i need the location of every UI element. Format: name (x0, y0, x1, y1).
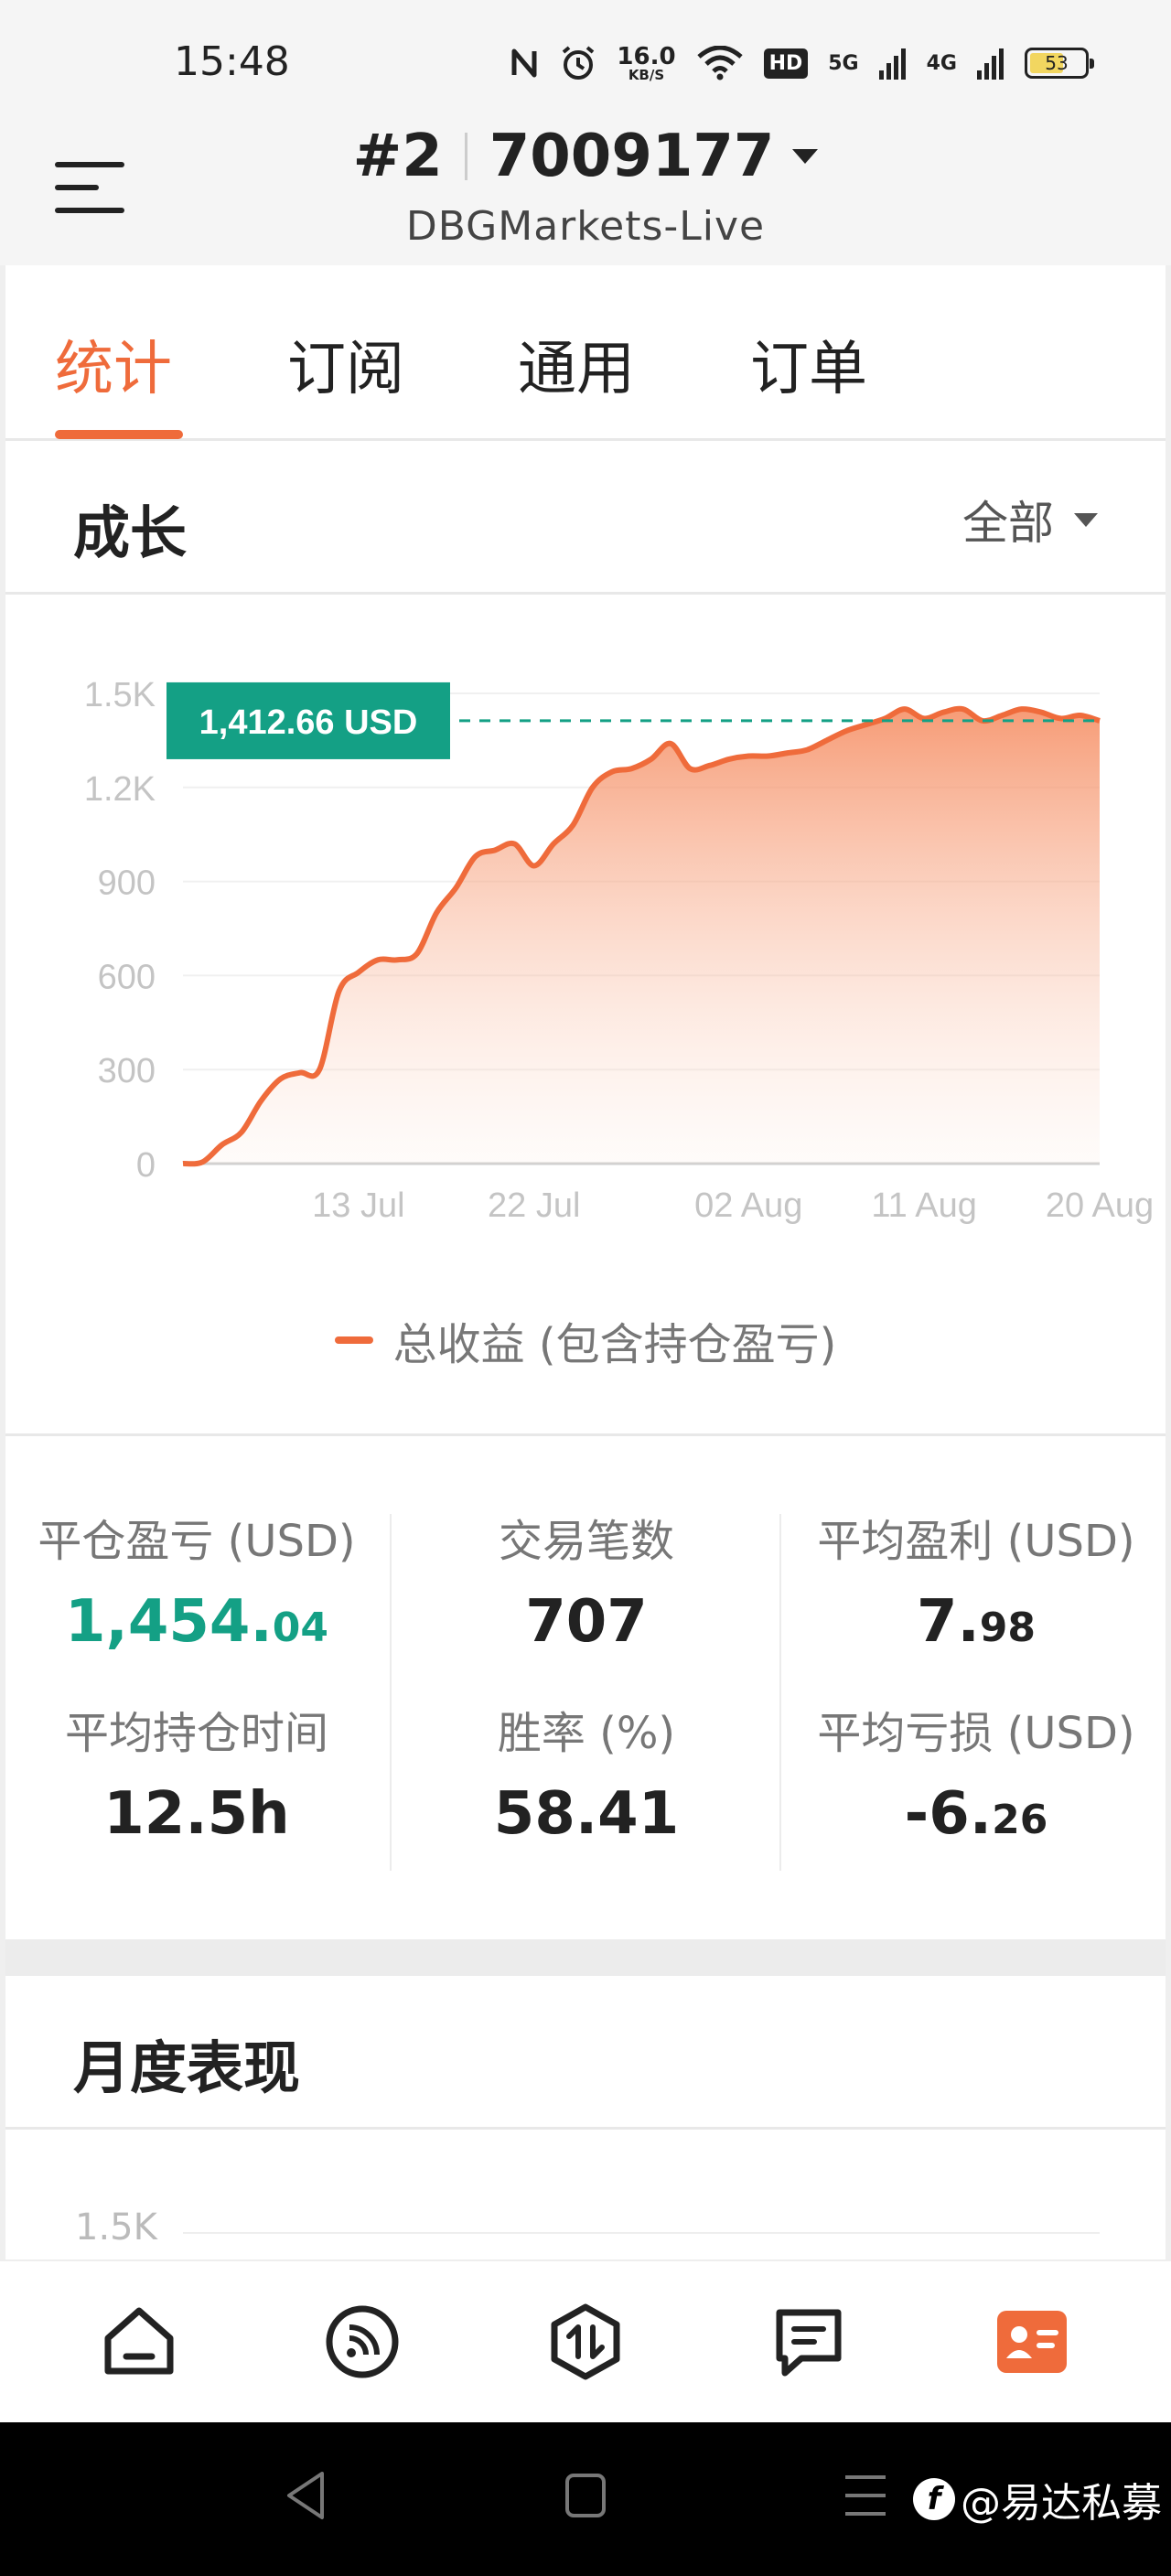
y-tick-label: 600 (98, 958, 156, 996)
legend-swatch (334, 1336, 373, 1344)
section-divider (0, 1939, 1171, 1976)
nav-home[interactable] (84, 2287, 194, 2397)
avg-hold-label: 平均持仓时间 (64, 1708, 328, 1759)
tab-active-indicator (55, 430, 183, 439)
y-tick-label: 900 (98, 864, 156, 903)
account-id: 7009177 (489, 123, 775, 190)
x-tick-label: 20 Aug (1046, 1186, 1154, 1225)
recents-icon[interactable] (842, 2468, 889, 2523)
y-tick-label: 1.2K (84, 770, 156, 809)
avg-loss-label: 平均亏损 (USD) (817, 1708, 1135, 1759)
net-speed-value: 16.0 (617, 42, 676, 70)
signal-icon-2 (977, 48, 1004, 80)
feed-icon (326, 2305, 399, 2378)
growth-chart-card: 0 300 600 900 1.2K 1.5K 13 Jul 22 Jul 02 Aug 11 A… (0, 595, 1171, 1436)
account-switcher[interactable]: #2 7009177 (0, 123, 1171, 190)
monthly-chart: 1.5K (0, 2130, 1171, 2259)
back-icon[interactable] (282, 2468, 329, 2523)
x-tick-label: 02 Aug (694, 1186, 802, 1225)
y-tick-label: 300 (98, 1052, 156, 1090)
wifi-icon (696, 46, 743, 80)
bottom-nav (0, 2259, 1171, 2422)
range-filter-label: 全部 (962, 497, 1054, 550)
signal-icon (878, 48, 906, 80)
tab-subscribe[interactable]: 订阅 (287, 322, 404, 406)
news-icon (776, 2309, 842, 2377)
monthly-gridline (183, 2232, 1100, 2234)
monthly-title: 月度表现 (73, 2034, 301, 2101)
growth-chart[interactable]: 0 300 600 900 1.2K 1.5K 13 Jul 22 Jul 02 Aug 11 A… (0, 595, 1171, 1290)
battery-icon: 53 (1025, 48, 1094, 79)
hd-badge: HD (763, 48, 809, 79)
chevron-down-icon (792, 149, 819, 164)
win-rate-label: 胜率 (%) (497, 1708, 676, 1759)
trades-value: 707 (525, 1588, 648, 1656)
x-tick-label: 11 Aug (871, 1186, 977, 1225)
y-tick-label: 1.5K (84, 676, 156, 714)
y-tick-label: 0 (136, 1146, 156, 1185)
series-area (183, 708, 1100, 1165)
avg-hold-value: 12.5h (103, 1780, 290, 1848)
x-tick-label: 13 Jul (312, 1186, 404, 1225)
right-edge (1166, 265, 1171, 2305)
stats-col-3: 平均盈利 (USD) 7.98 平均亏损 (USD) -6.26 (781, 1514, 1171, 1849)
closed-pl-value: 1,454.04 (65, 1588, 328, 1656)
alarm-icon (563, 46, 595, 80)
left-edge (0, 265, 5, 2305)
chart-legend: 总收益 (包含持仓盈亏) (0, 1308, 1171, 1372)
tab-orders[interactable]: 订单 (750, 322, 867, 406)
x-tick-label: 22 Jul (488, 1186, 580, 1225)
net-4g-label: 4G (926, 51, 957, 75)
nav-trade[interactable] (531, 2287, 640, 2397)
monthly-header: 月度表现 (0, 1976, 1171, 2130)
system-nav-bar: f @易达私募 (0, 2422, 1171, 2576)
trades-label: 交易笔数 (498, 1516, 674, 1567)
home-square-icon[interactable] (562, 2468, 609, 2523)
trade-icon (551, 2303, 620, 2380)
stats-col-1: 平仓盈亏 (USD) 1,454.04 平均持仓时间 12.5h (2, 1514, 392, 1849)
battery-level: 53 (1045, 52, 1069, 74)
tab-general[interactable]: 通用 (518, 322, 635, 406)
nfc-icon (511, 48, 537, 78)
range-filter[interactable]: 全部 (962, 487, 1098, 553)
avg-profit-value: 7.98 (916, 1588, 1037, 1656)
legend-label: 总收益 (包含持仓盈亏) (392, 1319, 837, 1370)
watermark-text: @易达私募 (961, 2480, 1162, 2527)
nav-news[interactable] (754, 2287, 864, 2397)
status-bar: 15:48 16.0 KB/S HD 5G 4G 53 (0, 0, 1171, 119)
server-name: DBGMarkets-Live (405, 203, 766, 250)
account-index: #2 (352, 123, 443, 190)
nav-profile[interactable] (977, 2287, 1087, 2397)
current-value-label: 1,412.66 USD (199, 703, 418, 742)
status-time: 15:48 (174, 38, 290, 85)
nav-feed[interactable] (307, 2287, 417, 2397)
win-rate-value: 58.41 (493, 1780, 680, 1848)
app-header: #2 7009177 DBGMarkets-Live (0, 119, 1171, 265)
watermark: f @易达私募 (913, 2470, 1162, 2528)
tab-bar: 统计 订阅 通用 订单 (0, 265, 1171, 441)
avg-loss-value: -6.26 (904, 1780, 1048, 1848)
net-5g-label: 5G (828, 51, 859, 75)
growth-title: 成长 (73, 499, 188, 566)
stats-col-2: 交易笔数 707 胜率 (%) 58.41 (392, 1514, 781, 1849)
growth-header: 成长 全部 (0, 441, 1171, 595)
net-speed-unit: KB/S (628, 66, 665, 83)
home-icon (104, 2307, 174, 2375)
avg-profit-label: 平均盈利 (USD) (817, 1516, 1135, 1567)
status-icons: 16.0 KB/S HD 5G 4G 53 (509, 40, 1094, 86)
profile-icon (997, 2311, 1067, 2373)
monthly-y-tick: 1.5K (75, 2206, 157, 2249)
stats-panel: 平仓盈亏 (USD) 1,454.04 平均持仓时间 12.5h 交易笔数 70… (0, 1441, 1171, 1939)
closed-pl-label: 平仓盈亏 (USD) (38, 1516, 356, 1567)
chevron-down-icon (1074, 512, 1098, 527)
watermark-logo: f (913, 2478, 955, 2520)
tab-statistics[interactable]: 统计 (55, 322, 172, 406)
net-speed: 16.0 KB/S (617, 45, 675, 82)
